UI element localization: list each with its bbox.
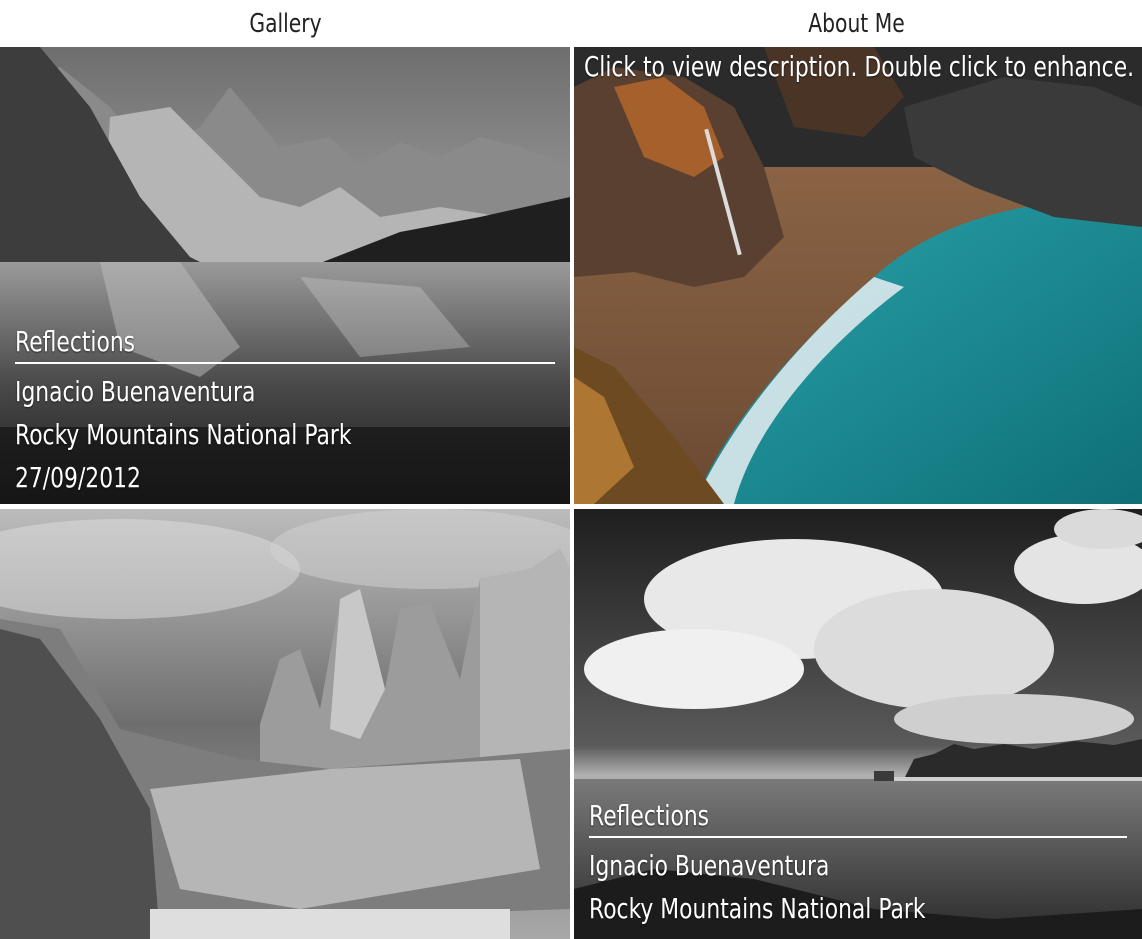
granite-towers-image bbox=[0, 509, 570, 939]
photo-title: Reflections bbox=[589, 799, 710, 832]
photo-date: 27/09/2012 bbox=[589, 930, 1009, 939]
caption-divider bbox=[589, 836, 1127, 838]
caption-divider bbox=[15, 362, 555, 364]
gallery-photo-beach-waterfall[interactable]: Click to view description. Double click … bbox=[574, 47, 1142, 504]
top-navigation: Gallery About Me bbox=[0, 0, 1142, 47]
photo-location: Rocky Mountains National Park bbox=[15, 418, 352, 451]
gallery-photo-mountain-lake[interactable]: Reflections Ignacio Buenaventura Rocky M… bbox=[0, 47, 570, 504]
photo-date: 27/09/2012 bbox=[15, 461, 141, 494]
gallery-photo-sea-pier[interactable]: Reflections Ignacio Buenaventura Rocky M… bbox=[574, 509, 1142, 939]
instruction-hint: Click to view description. Double click … bbox=[584, 50, 1135, 83]
nav-about-me[interactable]: About Me bbox=[634, 0, 1079, 47]
photo-author: Ignacio Buenaventura bbox=[15, 375, 256, 408]
photo-caption: Reflections Ignacio Buenaventura Rocky M… bbox=[15, 324, 555, 499]
photo-location: Rocky Mountains National Park bbox=[589, 892, 926, 925]
gallery-photo-granite-towers[interactable] bbox=[0, 509, 570, 939]
nav-gallery[interactable]: Gallery bbox=[63, 0, 508, 47]
photo-title: Reflections bbox=[15, 325, 136, 358]
beach-waterfall-image bbox=[574, 47, 1142, 504]
photo-caption: Reflections Ignacio Buenaventura Rocky M… bbox=[589, 798, 1127, 939]
photo-author: Ignacio Buenaventura bbox=[589, 849, 830, 882]
